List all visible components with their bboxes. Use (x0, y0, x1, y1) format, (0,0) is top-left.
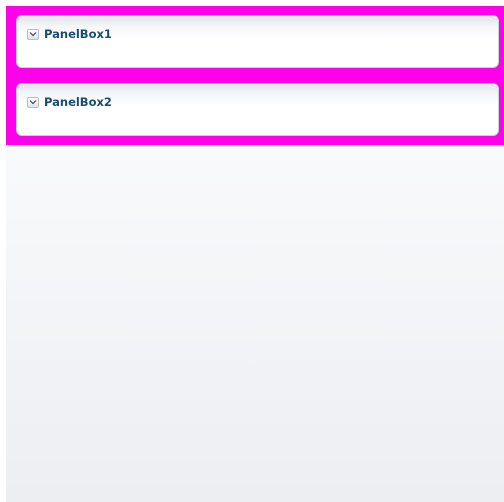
panel-container: PanelBox1 PanelBox2 (6, 6, 504, 145)
panelbox-1: PanelBox1 (16, 15, 499, 68)
panelbox-1-title: PanelBox1 (44, 27, 112, 41)
chevron-down-icon[interactable] (27, 96, 39, 108)
panelbox-2-title: PanelBox2 (44, 95, 112, 109)
chevron-down-icon[interactable] (27, 28, 39, 40)
panelbox-2-header[interactable]: PanelBox2 (27, 95, 112, 109)
panelbox-2: PanelBox2 (16, 83, 499, 136)
panelbox-1-header[interactable]: PanelBox1 (27, 27, 112, 41)
